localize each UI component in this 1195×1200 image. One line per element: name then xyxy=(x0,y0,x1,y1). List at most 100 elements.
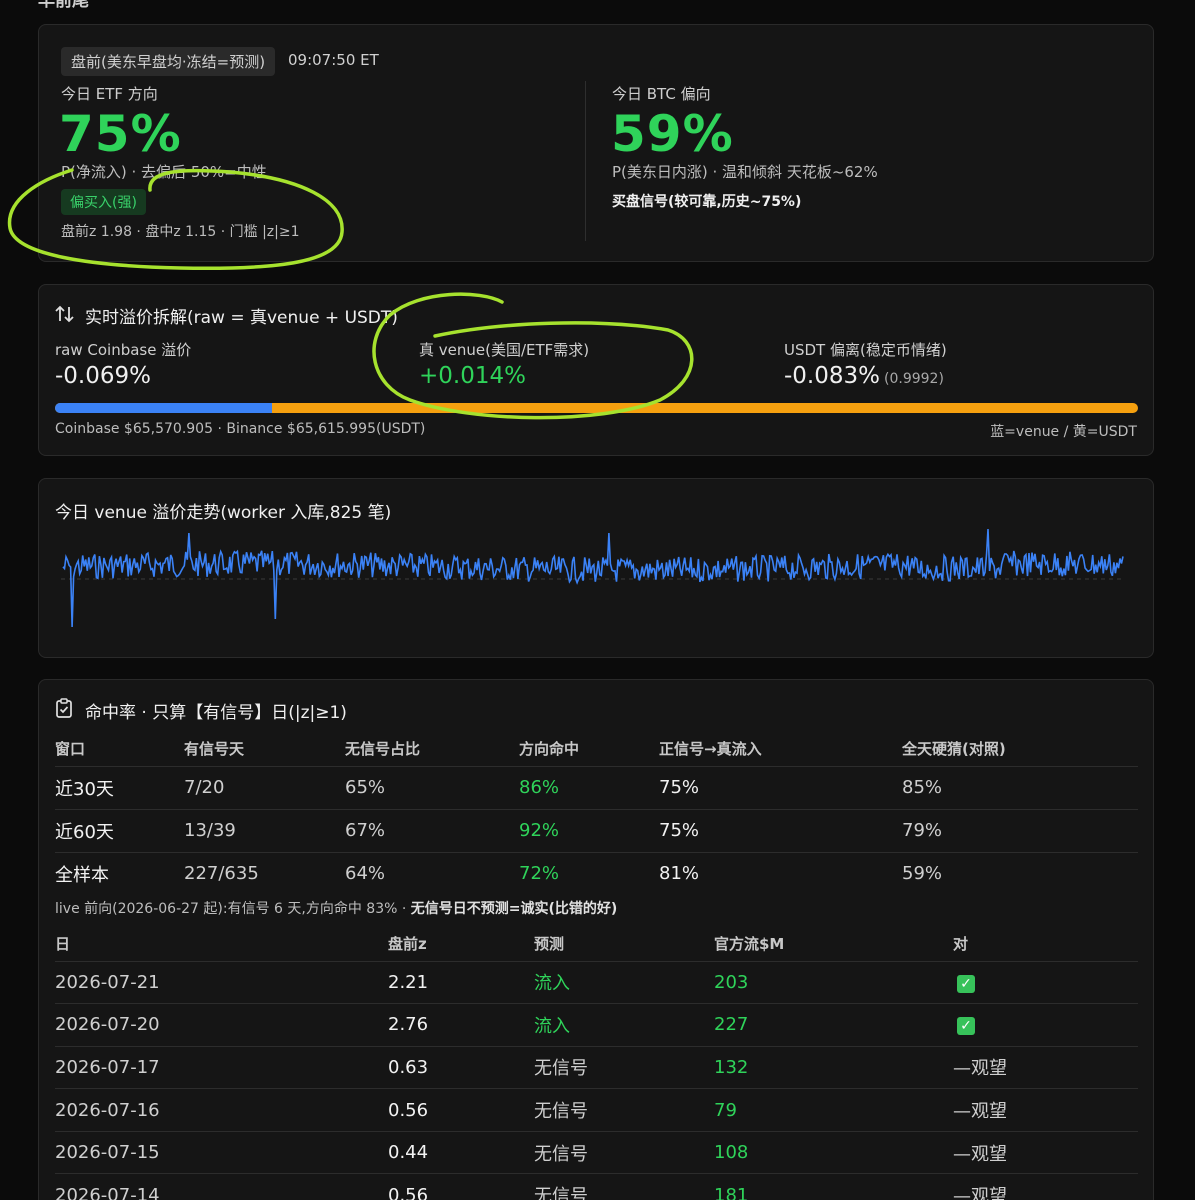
full-day-guess-cell: 59% xyxy=(902,863,943,885)
full-day-guess-cell: 79% xyxy=(902,809,1138,853)
premium-breakdown-card: 实时溢价拆解(raw = 真venue + USDT) raw Coinbase… xyxy=(38,284,1154,456)
direction-hit-cell: 72% xyxy=(519,863,560,885)
prediction-cell: 无信号 xyxy=(534,1046,714,1090)
premium-title-text: 实时溢价拆解(raw = 真venue + USDT) xyxy=(85,308,398,328)
btc-bias-sub: P(美东日内涨) · 温和倾斜 天花板~62% xyxy=(612,163,878,181)
trend-title: 今日 venue 溢价走势(worker 入库,825 笔) xyxy=(55,503,392,523)
date-cell: 2026-07-14 xyxy=(55,1173,388,1200)
direction-hit-cell: 92% xyxy=(519,809,659,853)
header-premarket-z: 盘前z xyxy=(388,927,534,962)
header-no-signal-share: 无信号占比 xyxy=(345,732,519,767)
correct-cell: —观望 xyxy=(953,1046,1138,1090)
session-time: 09:07:50 ET xyxy=(288,51,379,69)
venue-premium-line xyxy=(62,528,1124,628)
hit-rate-card: 命中率 · 只算【有信号】日(|z|≥1) 窗口 有信号天 无信号占比 方向命中… xyxy=(38,679,1154,1200)
etf-direction-title: 今日 ETF 方向 xyxy=(61,85,158,103)
date-cell: 2026-07-20 xyxy=(55,1003,388,1047)
prediction-cell: 无信号 xyxy=(534,1088,714,1132)
forecast-card: 盘前(美东早盘均·冻结=预测) 09:07:50 ET 今日 ETF 方向 75… xyxy=(38,24,1154,262)
prediction-cell: 无信号 xyxy=(534,1173,714,1200)
session-label: 盘前(美东早盘均·冻结=预测) xyxy=(61,47,276,76)
premarket-z-cell: 0.63 xyxy=(388,1046,534,1090)
header-window: 窗口 xyxy=(55,732,184,767)
exchange-prices: Coinbase $65,570.905 · Binance $65,615.9… xyxy=(55,421,426,437)
window-cell: 近60天 xyxy=(55,809,184,853)
header-full-day-guess: 全天硬猜(对照) xyxy=(902,732,1138,767)
premarket-z-cell: 0.56 xyxy=(388,1088,534,1132)
signal-days-cell: 13/39 xyxy=(184,809,345,853)
date-cell: 2026-07-17 xyxy=(55,1046,388,1090)
window-cell: 全样本 xyxy=(55,864,109,886)
daily-prediction-table: 日 盘前z 预测 官方流$M 对 2026-07-21 2.21 流入 203 ✓ 202… xyxy=(55,927,1138,1200)
date-cell: 2026-07-16 xyxy=(55,1088,388,1132)
section-heading-cut: 早前尾 xyxy=(38,0,89,11)
bar-legend: 蓝=venue / 黄=USDT xyxy=(990,424,1137,440)
header-official-flow: 官方流$M xyxy=(714,927,953,962)
positive-to-inflow-cell: 75% xyxy=(659,809,902,853)
signal-days-cell: 7/20 xyxy=(184,766,345,810)
hit-rate-header-row: 窗口 有信号天 无信号占比 方向命中 正信号→真流入 全天硬猜(对照) xyxy=(55,732,1138,767)
etf-direction-sub: P(净流入) · 去偏后 50%=中性 xyxy=(61,163,267,181)
usdt-deviation-value: -0.083% xyxy=(784,363,880,389)
no-signal-share-cell: 64% xyxy=(345,863,386,885)
no-signal-share-cell: 65% xyxy=(345,766,519,810)
prediction-cell: 流入 xyxy=(534,961,714,1005)
header-prediction: 预测 xyxy=(534,927,714,962)
no-signal-share-cell: 67% xyxy=(345,809,519,853)
official-flow-cell: 227 xyxy=(714,1003,953,1047)
header-direction-hit: 方向命中 xyxy=(519,732,659,767)
table-row: 近30天 7/20 65% 86% 75% 85% xyxy=(55,766,1138,810)
official-flow-cell: 108 xyxy=(714,1131,953,1175)
premium-trend-card: 今日 venue 溢价走势(worker 入库,825 笔) xyxy=(38,478,1154,658)
official-flow-cell: 79 xyxy=(714,1088,953,1132)
usdt-deviation: -0.083% (0.9992) xyxy=(784,363,944,389)
signal-days-cell: 227/635 xyxy=(184,863,259,885)
prediction-cell: 无信号 xyxy=(534,1131,714,1175)
table-row: 2026-07-15 0.44 无信号 108 —观望 xyxy=(55,1131,1138,1175)
raw-premium-label: raw Coinbase 溢价 xyxy=(55,341,192,359)
correct-cell: —观望 xyxy=(953,1088,1138,1132)
header-date: 日 xyxy=(55,927,388,962)
daily-header-row: 日 盘前z 预测 官方流$M 对 xyxy=(55,927,1138,962)
table-row: 2026-07-17 0.63 无信号 132 —观望 xyxy=(55,1046,1138,1090)
header-signal-days: 有信号天 xyxy=(184,732,345,767)
direction-hit-cell: 86% xyxy=(519,766,659,810)
column-divider xyxy=(585,81,586,241)
official-flow-cell: 132 xyxy=(714,1046,953,1090)
header-positive-to-inflow: 正信号→真流入 xyxy=(659,732,902,767)
correct-cell: ✓ xyxy=(953,961,1138,1005)
correct-cell: —观望 xyxy=(953,1173,1138,1200)
live-note-text: live 前向(2026-06-27 起):有信号 6 天,方向命中 83% · xyxy=(55,901,411,917)
correct-cell: —观望 xyxy=(953,1131,1138,1175)
header-correct: 对 xyxy=(953,927,1138,962)
window-cell: 近30天 xyxy=(55,766,184,810)
hit-rate-title: 命中率 · 只算【有信号】日(|z|≥1) xyxy=(55,698,347,723)
positive-to-inflow-cell: 75% xyxy=(659,766,902,810)
table-row: 2026-07-20 2.76 流入 227 ✓ xyxy=(55,1003,1138,1047)
correct-cell: ✓ xyxy=(953,1003,1138,1047)
check-icon: ✓ xyxy=(957,1017,975,1036)
clipboard-icon xyxy=(55,698,77,723)
btc-buy-signal: 买盘信号(较可靠,历史~75%) xyxy=(612,194,802,210)
hit-rate-title-text: 命中率 · 只算【有信号】日(|z|≥1) xyxy=(85,703,347,723)
table-row: 近60天 13/39 67% 92% 75% 79% xyxy=(55,809,1138,853)
date-cell: 2026-07-15 xyxy=(55,1131,388,1175)
premarket-z-cell: 2.21 xyxy=(388,961,534,1005)
prediction-cell: 流入 xyxy=(534,1003,714,1047)
official-flow-cell: 181 xyxy=(714,1173,953,1200)
venue-premium-label: 真 venue(美国/ETF需求) xyxy=(419,341,590,359)
venue-premium-value: +0.014% xyxy=(419,363,526,389)
full-day-guess-cell: 85% xyxy=(902,766,1138,810)
official-flow-cell: 203 xyxy=(714,961,953,1005)
premium-split-bar xyxy=(55,403,1138,413)
usdt-deviation-label: USDT 偏离(稳定币情绪) xyxy=(784,341,947,359)
premarket-z-cell: 0.44 xyxy=(388,1131,534,1175)
usdt-rate: (0.9992) xyxy=(884,371,944,387)
premium-title: 实时溢价拆解(raw = 真venue + USDT) xyxy=(55,303,398,328)
btc-bias-pct: 59% xyxy=(611,105,734,163)
live-forward-note: live 前向(2026-06-27 起):有信号 6 天,方向命中 83% ·… xyxy=(55,898,617,918)
date-cell: 2026-07-21 xyxy=(55,961,388,1005)
table-row: 2026-07-21 2.21 流入 203 ✓ xyxy=(55,961,1138,1005)
etf-direction-pct: 75% xyxy=(59,105,182,163)
positive-to-inflow-cell: 81% xyxy=(659,863,700,885)
